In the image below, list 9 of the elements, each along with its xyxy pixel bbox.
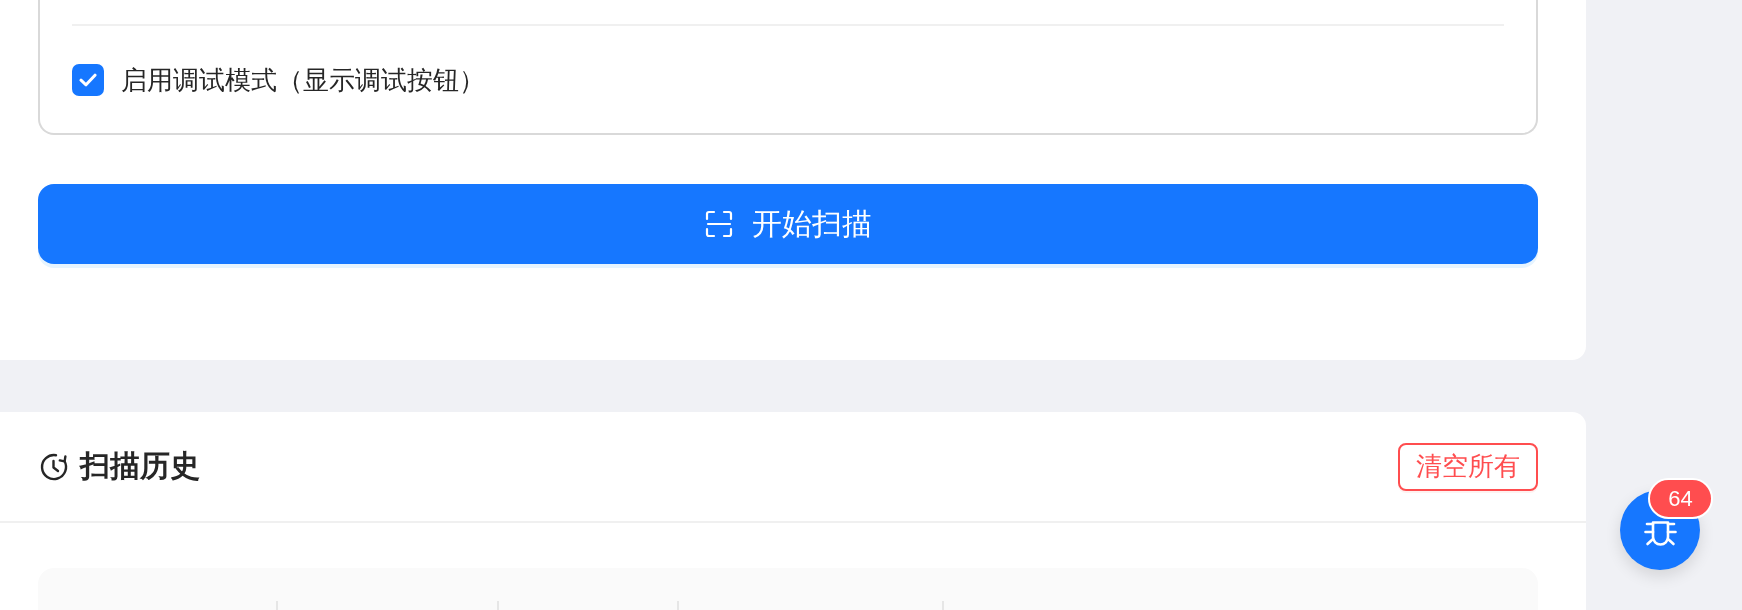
clock-icon [39,451,69,482]
history-title: 扫描历史 [80,447,200,485]
clear-all-button[interactable]: 清空所有 [1398,442,1538,491]
checkmark-icon [79,73,97,87]
count-badge: 64 [1648,478,1713,519]
checkbox[interactable] [72,64,104,96]
bug-icon [1642,520,1678,548]
checkbox-label[interactable]: 启用调试模式（显示调试按钮） [121,64,485,96]
scan-icon [704,210,733,238]
